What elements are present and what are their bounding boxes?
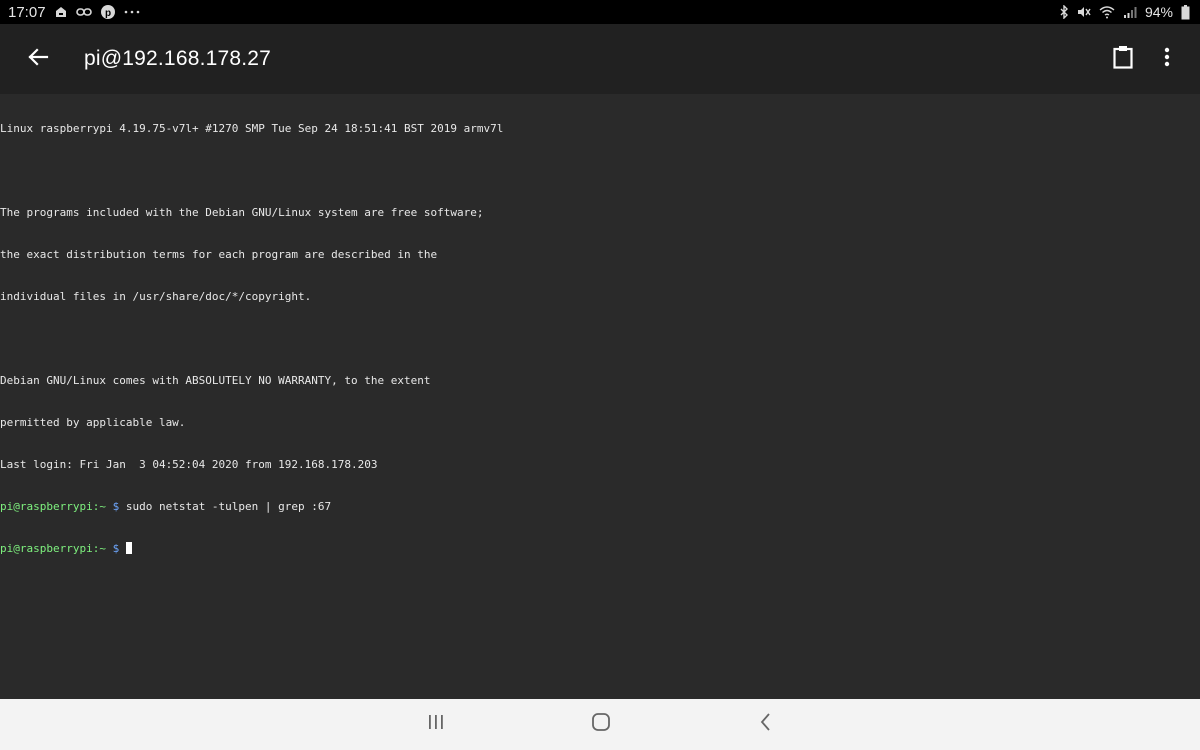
command-text: sudo netstat -tulpen | grep :67 (125, 500, 332, 513)
nav-back-button[interactable] (736, 699, 796, 750)
command-line: pi@raspberrypi:~ $ sudo netstat -tulpen … (0, 500, 1200, 514)
active-prompt-line[interactable]: pi@raspberrypi:~ $ (0, 542, 1200, 556)
prompt-user: pi@raspberrypi (0, 500, 93, 513)
back-icon (759, 712, 773, 737)
clipboard-icon (1112, 45, 1134, 74)
pinterest-icon: p (100, 4, 116, 20)
recent-apps-button[interactable] (406, 699, 466, 750)
terminal-line: individual files in /usr/share/doc/*/cop… (0, 290, 312, 303)
terminal-line: permitted by applicable law. (0, 416, 186, 429)
prompt-symbol: $ (112, 542, 120, 555)
terminal-line: Linux raspberrypi 4.19.75-v7l+ #1270 SMP… (0, 122, 504, 135)
wifi-icon (1099, 5, 1115, 19)
bluetooth-icon (1059, 5, 1069, 19)
clipboard-button[interactable] (1101, 35, 1145, 83)
signal-icon (1123, 6, 1137, 18)
prompt-user: pi@raspberrypi (0, 542, 93, 555)
status-right: 94% (1059, 4, 1190, 20)
recent-apps-icon (427, 714, 445, 735)
svg-text:p: p (104, 8, 110, 19)
back-button[interactable] (14, 35, 62, 83)
prompt-path: :~ (92, 500, 106, 513)
text-cursor (125, 542, 132, 554)
status-left: 17:07 p (8, 4, 140, 21)
home-icon (591, 712, 611, 737)
navigation-bar (0, 699, 1200, 750)
mute-icon (1077, 5, 1091, 19)
prompt-path: :~ (92, 542, 106, 555)
terminal-line: Debian GNU/Linux comes with ABSOLUTELY N… (0, 374, 431, 387)
terminal-line: Last login: Fri Jan 3 04:52:04 2020 from… (0, 458, 378, 471)
more-vertical-icon (1164, 47, 1170, 72)
arrow-left-icon (27, 46, 49, 73)
terminal-line: the exact distribution terms for each pr… (0, 248, 438, 261)
home-button[interactable] (571, 699, 631, 750)
status-time: 17:07 (8, 3, 46, 21)
notification-icon (54, 5, 68, 19)
terminal-view[interactable]: Linux raspberrypi 4.19.75-v7l+ #1270 SMP… (0, 94, 1200, 699)
terminal-line: The programs included with the Debian GN… (0, 206, 484, 219)
window-title: pi@192.168.178.27 (84, 47, 272, 70)
toolbar: pi@192.168.178.27 (0, 24, 1200, 94)
link-icon (75, 6, 92, 18)
overflow-menu-button[interactable] (1145, 35, 1189, 83)
status-bar: 17:07 p 94% (0, 0, 1200, 24)
app-root: 17:07 p 94% pi@192.168.178.27 Linux rasp… (0, 0, 1200, 750)
battery-icon (1181, 4, 1190, 20)
more-notifications-icon (124, 9, 140, 15)
prompt-symbol: $ (112, 500, 120, 513)
battery-percent: 94% (1144, 4, 1173, 20)
